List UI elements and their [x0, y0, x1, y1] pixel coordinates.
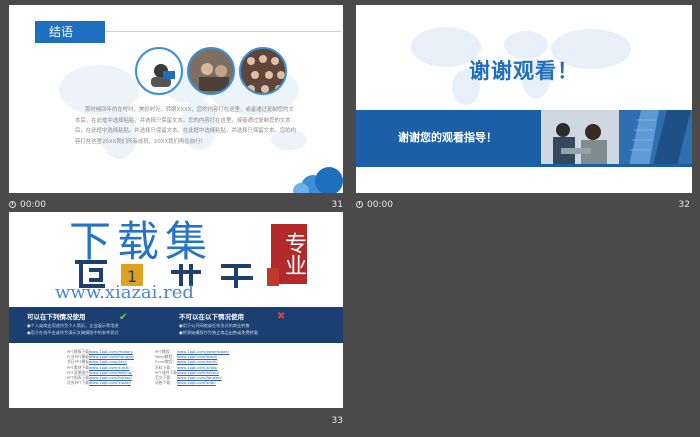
cross-icon: ✖ [277, 311, 286, 322]
cloud-decoration [293, 167, 343, 193]
timer-icon [9, 201, 16, 208]
title-divider [105, 31, 341, 32]
can-use-line: ●个人或商业用途作为个人简历、企业展示等用途 [27, 323, 119, 328]
cannot-use-heading: 不可以在以下情况使用 [179, 313, 244, 321]
reference-links-right: PPT教程： www.1ppt.com/powerpoint/ Word教程：ww… [155, 349, 229, 385]
slide-thumbnail-33[interactable]: 下载集 专业 1 www.xiazai.red 可以在下列情况使用 ✔ ●个人或… [9, 212, 343, 408]
can-use-heading: 可以在下列情况使用 [27, 313, 86, 321]
timing-value: 00:00 [20, 200, 46, 210]
body-paragraph: 那时候四年的在校时，美好时光，转眼XXXX，您的内容打在这里，或者通过复制您的文… [75, 107, 297, 145]
timing-value: 00:00 [367, 200, 393, 210]
can-use-line: ●用于在线平台或作为演示文稿模版中的参考样式 [27, 330, 119, 335]
cannot-use-line: ●用于公开网络或任何形式的商业转售 [179, 323, 250, 328]
slide-meta-33: 33 [9, 412, 343, 430]
band-text: 谢谢您的观看指导！ [398, 131, 497, 144]
timer-icon [356, 201, 363, 208]
reference-links-left: PPT模板下载：www.1ppt.com/moban/ 行业PPT模板：www.… [67, 349, 134, 385]
photo-circle-3 [239, 47, 287, 95]
watermark-url: www.xiazai.red [55, 282, 194, 303]
slide-timing: 00:00 [356, 196, 393, 214]
ref-label: 试卷下载： [155, 380, 174, 386]
photo-circle-1 [135, 47, 183, 95]
band-underline [356, 164, 692, 167]
slide-thumbnail-31[interactable]: 结语 那时候四年的在校时，美好时光，转眼XXXX，您的内容打在这里，或者通过复制… [9, 5, 343, 193]
cannot-use-line: ●将原始模版作为独立商品出售或免费转载 [179, 330, 259, 335]
ref-link[interactable]: www.1ppt.com/xiazai/ [89, 380, 131, 385]
slide-title: 结语 [35, 21, 105, 43]
ref-row: 优秀PPT下载：www.1ppt.com/xiazai/ [67, 380, 134, 385]
ref-label: 优秀PPT下载： [67, 380, 93, 386]
ref-link[interactable]: www.1ppt.com/shiti/ [177, 380, 216, 385]
thank-you-heading: 谢谢观看！ [469, 59, 579, 83]
check-icon: ✔ [119, 312, 128, 323]
slide-number: 32 [678, 200, 690, 210]
business-photo [541, 110, 692, 166]
slide-thumbnail-32[interactable]: 谢谢观看！ 谢谢您的观看指导！ [356, 5, 692, 193]
photo-circle-2 [187, 47, 235, 95]
slide-number: 33 [331, 416, 343, 426]
slide-meta-32: 00:00 32 [356, 196, 690, 214]
ref-row: 试卷下载： www.1ppt.com/shiti/ [155, 380, 229, 385]
